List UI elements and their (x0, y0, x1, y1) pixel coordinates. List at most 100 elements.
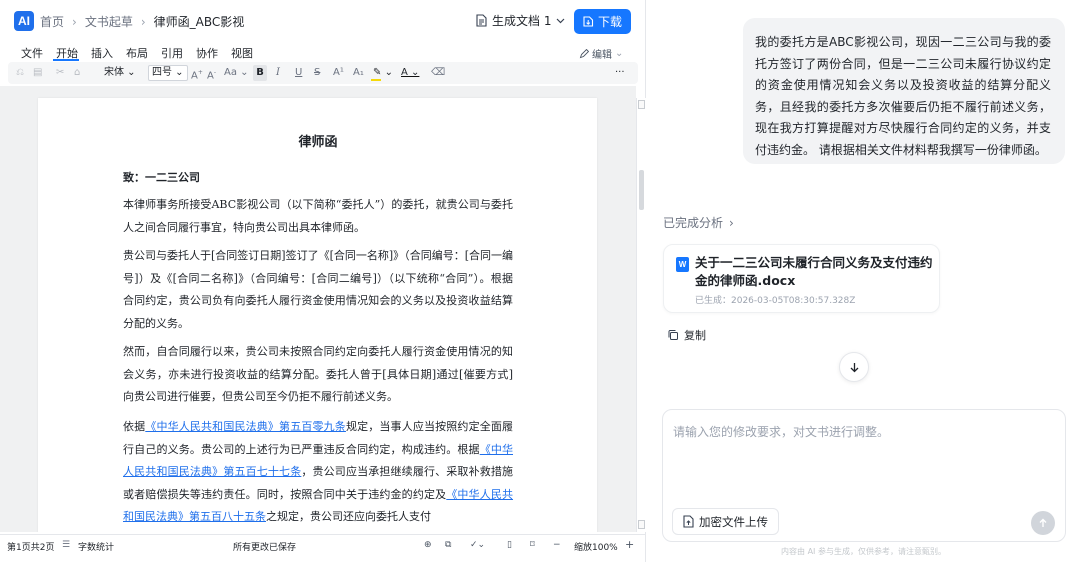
document-icon (476, 14, 487, 27)
law-link-509[interactable]: 《中华人民共和国民法典》第五百零九条 (145, 420, 346, 433)
analysis-label: 已完成分析 (663, 216, 724, 230)
font-color-icon[interactable]: A ⌄ (401, 65, 419, 81)
analysis-status[interactable]: 已完成分析 › (663, 214, 734, 231)
shrink-font-label: A (207, 70, 214, 82)
menu-file[interactable]: 文件 (21, 45, 43, 61)
scroll-up-arrow[interactable] (638, 100, 645, 109)
generated-doc-label: 生成文档 1 (492, 14, 552, 28)
globe-icon[interactable]: ⊕ (424, 540, 432, 550)
more-options-icon[interactable]: ··· (615, 65, 625, 81)
copy-icon (668, 330, 678, 340)
download-button[interactable]: 下载 (574, 9, 631, 34)
format-toolbar: ⎌ ▤ ✂ ⌂ 宋体 ⌄ 四号 ⌄ A+ A- Aa ⌄ B I U S A¹ … (8, 62, 638, 84)
upload-label: 加密文件上传 (699, 514, 768, 529)
grow-font-label: A (191, 70, 198, 82)
word-count-icon[interactable]: ☰ (62, 540, 70, 550)
copy-button[interactable]: 复制 (667, 327, 706, 343)
document-canvas: 律师函 致：一二三公司 本律师事务所接受ABC影视公司（以下简称“委托人”）的委… (0, 86, 636, 532)
chat-pane: 我的委托方是ABC影视公司，现因一二三公司与我的委托方签订了两份合同，但是一二三… (647, 0, 1080, 562)
paragraph-3: 然而，自合同履行以来，贵公司未按照合同约定向委托人履行资金使用情况的知会义务，亦… (123, 345, 513, 403)
chevron-right-icon: › (729, 215, 734, 230)
font-size-select[interactable]: 四号 ⌄ (148, 65, 188, 81)
cut-icon[interactable]: ✂ (56, 65, 64, 81)
highlight-color-icon[interactable]: ✎ ⌄ (371, 65, 393, 81)
font-family-value: 宋体 (104, 67, 124, 78)
status-bar: 第1页共2页 ☰ 字数统计 所有更改已保存 ⊕ ⧉ ✓⌄ ▯ ⌑ − 缩放100… (0, 534, 646, 556)
document-title: 律师函 (298, 135, 338, 150)
clear-format-icon[interactable]: ⌫ (431, 65, 445, 81)
superscript-button[interactable]: A¹ (333, 65, 344, 81)
breadcrumb-current: 律师函_ABC影视 (153, 15, 245, 29)
translate-icon[interactable]: ⧉ (445, 540, 451, 550)
breadcrumb: 首页 › 文书起草 › 律师函_ABC影视 (40, 13, 244, 30)
breadcrumb-drafting[interactable]: 文书起草 (85, 13, 133, 30)
subscript-button[interactable]: A₁ (353, 65, 364, 81)
editor-pane: AI 首页 › 文书起草 › 律师函_ABC影视 生成文档 1 下载 文件 开始… (0, 0, 646, 562)
page-indicator: 第1页共2页 (7, 543, 55, 553)
zoom-in-icon[interactable]: + (625, 538, 634, 551)
arrow-up-icon (1039, 518, 1047, 527)
breadcrumb-separator: › (140, 14, 146, 29)
spellcheck-icon[interactable]: ✓⌄ (470, 540, 485, 550)
zoom-level[interactable]: 缩放100% (574, 540, 618, 553)
bookmark-icon[interactable]: ⌑ (530, 540, 535, 550)
file-timestamp: 已生成：2026-03-05T08:30:57.328Z (695, 296, 856, 306)
chevron-down-icon: ⌄ (615, 48, 624, 59)
paragraph-4-text: 依据 (123, 420, 146, 433)
menu-bar: 文件 开始 插入 布局 引用 协作 视图 (0, 42, 646, 62)
word-file-icon: W (676, 257, 689, 272)
active-tab-indicator (53, 59, 79, 61)
underline-button[interactable]: U (295, 65, 302, 81)
app-logo[interactable]: AI (14, 11, 34, 31)
scrollbar-thumb[interactable] (639, 170, 644, 210)
chevron-down-icon (557, 18, 565, 23)
shrink-font-icon[interactable]: A- (207, 65, 216, 81)
download-label: 下载 (597, 15, 622, 29)
bold-button[interactable]: B (253, 65, 267, 81)
paragraph-1: 本律师事务所接受ABC影视公司（以下简称“委托人”）的委托，就贵公司与委托人之间… (123, 198, 513, 234)
change-case-label: Aa (224, 67, 237, 78)
grow-font-icon[interactable]: A+ (191, 65, 203, 81)
pencil-icon (579, 48, 589, 58)
paragraph-4-text: 之规定，贵公司还应向委托人支付 (266, 510, 431, 523)
italic-button[interactable]: I (276, 65, 280, 81)
breadcrumb-separator: › (72, 14, 77, 29)
vertical-scrollbar[interactable] (636, 98, 646, 532)
menu-layout[interactable]: 布局 (126, 45, 148, 61)
menu-insert[interactable]: 插入 (91, 45, 113, 61)
download-icon (583, 16, 594, 27)
generated-file-card[interactable]: W 关于一二三公司未履行合同义务及支付违约金的律师函.docx 已生成：2026… (663, 244, 940, 313)
chat-input-placeholder[interactable]: 请输入您的修改要求，对文书进行调整。 (673, 423, 889, 440)
scroll-down-arrow[interactable] (638, 520, 645, 529)
zoom-out-icon[interactable]: − (553, 540, 561, 550)
send-button[interactable] (1031, 511, 1055, 535)
word-count-button[interactable]: 字数统计 (78, 540, 114, 553)
save-status: 所有更改已保存 (233, 543, 297, 553)
menu-collaborate[interactable]: 协作 (196, 45, 218, 61)
scroll-to-bottom-button[interactable] (839, 352, 869, 382)
generated-doc-dropdown[interactable]: 生成文档 1 (476, 12, 565, 29)
font-size-value: 四号 (152, 67, 172, 78)
font-family-select[interactable]: 宋体 ⌄ (104, 65, 146, 81)
paragraph-2: 贵公司与委托人于[合同签订日期]签订了《[合同一名称]》（合同编号：[合同一编号… (123, 249, 513, 330)
file-name: 关于一二三公司未履行合同义务及支付违约金的律师函.docx (695, 255, 933, 288)
change-case-icon[interactable]: Aa ⌄ (224, 65, 249, 81)
top-bar: AI 首页 › 文书起草 › 律师函_ABC影视 生成文档 1 下载 (0, 0, 646, 42)
file-upload-icon (683, 515, 694, 528)
encrypted-upload-button[interactable]: 加密文件上传 (672, 508, 779, 535)
ai-disclaimer: 内容由 AI 参与生成，仅供参考，请注意甄别。 (781, 547, 946, 556)
clipboard-icon[interactable]: ▤ (33, 65, 42, 81)
breadcrumb-home[interactable]: 首页 (40, 13, 64, 30)
undo-icon[interactable]: ⎌ (16, 65, 24, 81)
edit-mode-dropdown[interactable]: 编辑 ⌄ (579, 46, 623, 61)
copy-label: 复制 (684, 329, 706, 342)
chat-input-box[interactable]: 请输入您的修改要求，对文书进行调整。 加密文件上传 (662, 409, 1066, 542)
menu-reference[interactable]: 引用 (161, 45, 183, 61)
user-message: 我的委托方是ABC影视公司，现因一二三公司与我的委托方签订了两份合同，但是一二三… (743, 18, 1065, 164)
format-painter-icon[interactable]: ⌂ (74, 65, 80, 81)
edit-mode-label: 编辑 (592, 50, 612, 61)
menu-view[interactable]: 视图 (231, 45, 253, 61)
page-view-icon[interactable]: ▯ (507, 540, 512, 550)
strikethrough-button[interactable]: S (314, 65, 320, 81)
document-page[interactable]: 律师函 致：一二三公司 本律师事务所接受ABC影视公司（以下简称“委托人”）的委… (38, 98, 597, 532)
